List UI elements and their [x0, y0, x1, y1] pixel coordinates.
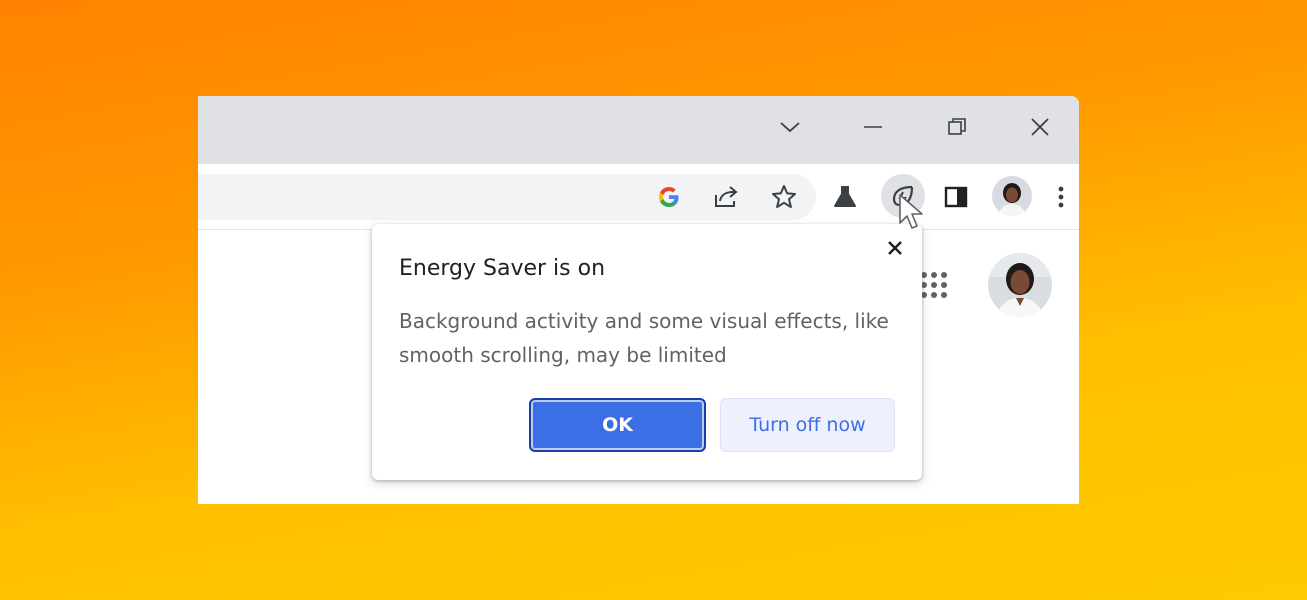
energy-saver-dialog: Energy Saver is on Background activity a… — [372, 224, 922, 480]
dialog-body-line-1: Background activity and some visual effe… — [399, 309, 889, 333]
google-apps-button[interactable] — [919, 270, 949, 300]
bookmark-button[interactable] — [764, 177, 804, 217]
dialog-title: Energy Saver is on — [399, 256, 606, 281]
dialog-close-button[interactable] — [881, 234, 909, 262]
address-bar[interactable] — [198, 174, 816, 220]
profile-avatar-button[interactable] — [992, 176, 1032, 216]
minimize-button[interactable] — [849, 106, 897, 148]
avatar — [992, 176, 1032, 216]
more-vertical-icon — [1058, 186, 1064, 208]
google-g-icon — [659, 187, 679, 207]
account-avatar-button[interactable] — [988, 253, 1052, 317]
side-panel-button[interactable] — [936, 177, 976, 217]
dialog-body: Background activity and some visual effe… — [399, 304, 899, 372]
share-button[interactable] — [706, 177, 746, 217]
star-icon — [772, 185, 796, 208]
labs-button[interactable] — [825, 177, 865, 217]
ok-button[interactable]: OK — [529, 398, 706, 452]
minimize-icon — [864, 126, 882, 128]
avatar — [988, 253, 1052, 317]
restore-button[interactable] — [933, 106, 981, 148]
apps-grid-icon — [921, 272, 947, 298]
mouse-cursor-icon — [899, 194, 923, 229]
more-menu-button[interactable] — [1046, 177, 1076, 217]
close-window-button[interactable] — [1016, 106, 1064, 148]
google-lens-button[interactable] — [649, 177, 689, 217]
side-panel-icon — [944, 186, 968, 208]
share-icon — [715, 186, 738, 207]
tab-search-button[interactable] — [766, 106, 814, 148]
chevron-down-icon — [780, 122, 800, 133]
close-icon — [1031, 118, 1049, 136]
title-bar — [198, 96, 1079, 164]
browser-toolbar — [198, 164, 1079, 230]
turn-off-now-button[interactable]: Turn off now — [720, 398, 895, 452]
close-icon — [888, 241, 902, 255]
restore-icon — [948, 118, 966, 135]
flask-icon — [834, 186, 856, 207]
dialog-body-line-2: smooth scrolling, may be limited — [399, 343, 727, 367]
